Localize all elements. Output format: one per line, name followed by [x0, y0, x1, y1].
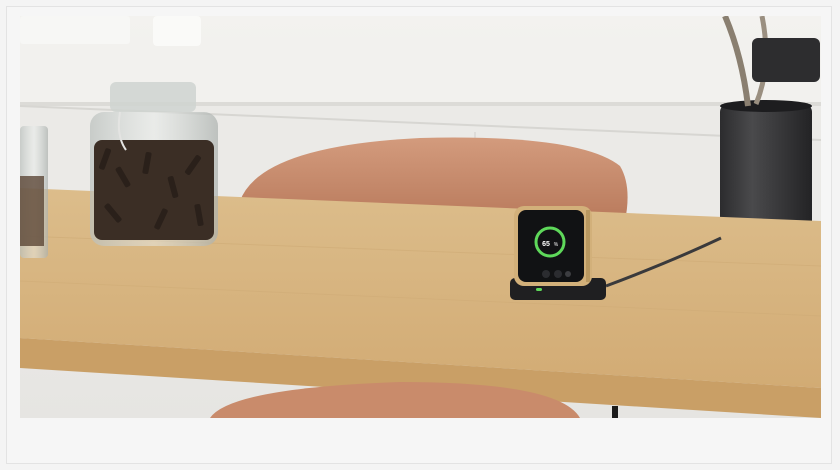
camera-lens	[542, 270, 550, 278]
phone-hinge	[586, 210, 590, 282]
camera-flash	[565, 271, 571, 277]
left-jar-content	[20, 176, 44, 246]
chair-leg	[612, 406, 618, 418]
camera-lens-2	[554, 270, 562, 278]
jar-lid	[110, 82, 196, 112]
charger-led	[536, 288, 542, 291]
jar-contents	[94, 140, 214, 240]
back-vase	[752, 38, 820, 82]
caption-strip	[20, 418, 821, 458]
phone-cover-screen	[518, 210, 584, 282]
tray	[20, 16, 130, 44]
cup	[153, 16, 201, 46]
product-photo: 65 %	[20, 16, 821, 418]
battery-level: 65	[542, 241, 550, 248]
vase-rim	[720, 100, 812, 112]
battery-unit: %	[554, 242, 559, 248]
